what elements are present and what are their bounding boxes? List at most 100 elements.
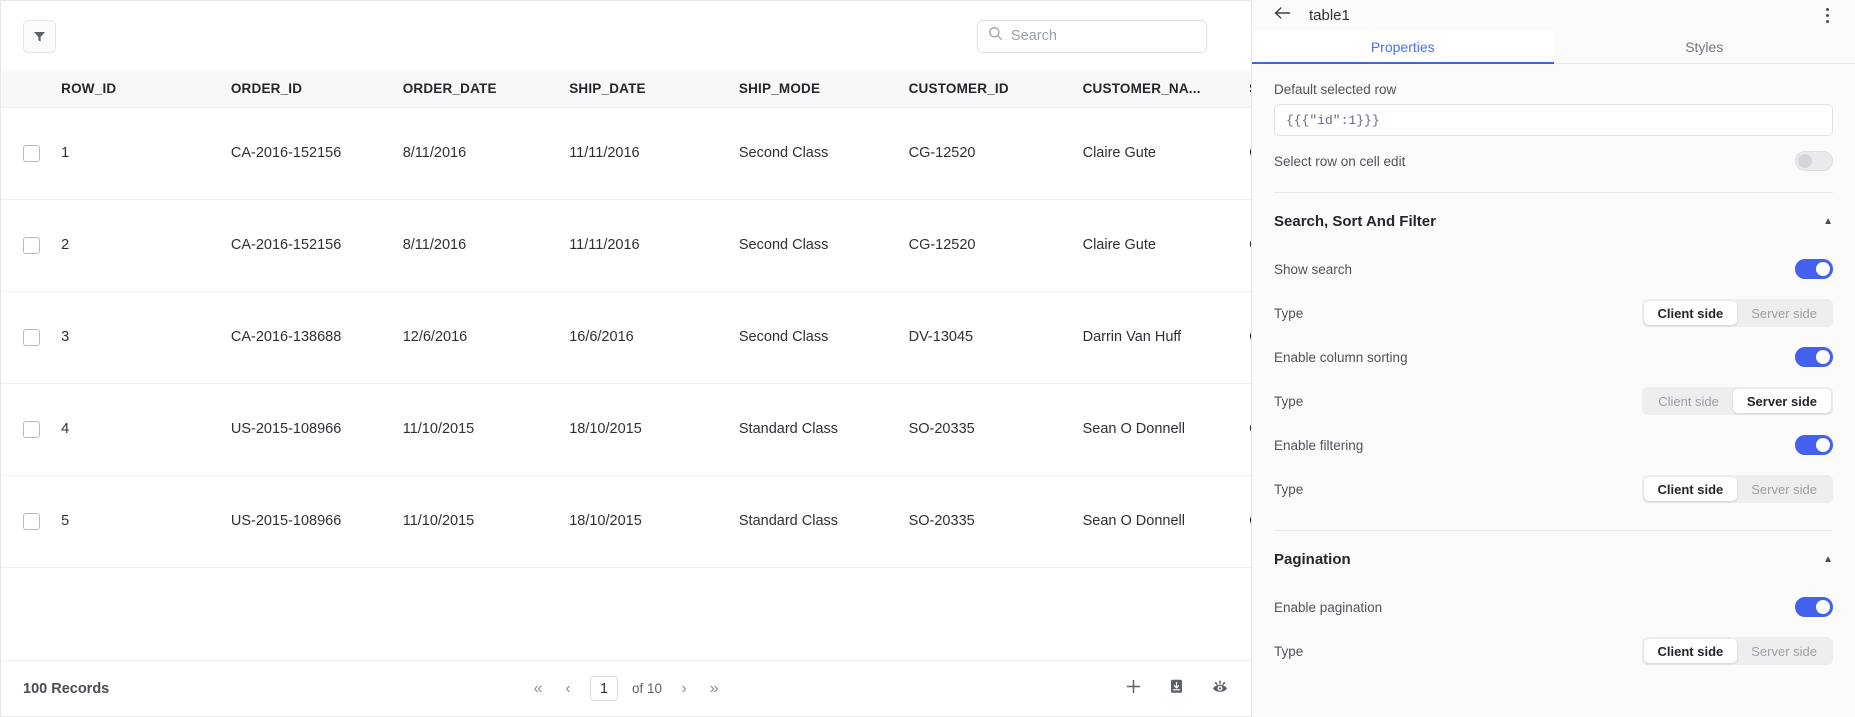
app-root: ROW_ID ORDER_ID ORDER_DATE SHIP_DATE SHI… xyxy=(0,0,1855,717)
enable-column-sorting-toggle[interactable] xyxy=(1795,347,1833,367)
column-header-ship-mode[interactable]: SHIP_MODE xyxy=(738,71,909,108)
cell-order-id[interactable]: US-2015-108966 xyxy=(230,475,403,568)
sorting-type-client-side[interactable]: Client side xyxy=(1644,389,1733,413)
search-type-client-side[interactable]: Client side xyxy=(1643,301,1738,325)
column-header-order-id[interactable]: ORDER_ID xyxy=(230,71,403,108)
back-button[interactable] xyxy=(1274,6,1291,25)
row-checkbox[interactable] xyxy=(23,512,40,530)
cell-row-id[interactable]: 1 xyxy=(61,107,231,200)
cell-row-id[interactable]: 3 xyxy=(61,291,231,384)
cell-segment[interactable]: Consumer xyxy=(1249,107,1251,200)
table-scroll-area[interactable]: ROW_ID ORDER_ID ORDER_DATE SHIP_DATE SHI… xyxy=(1,71,1251,660)
cell-ship-mode[interactable]: Second Class xyxy=(738,291,909,384)
cell-segment[interactable]: Consumer xyxy=(1249,475,1251,568)
column-header-customer-name[interactable]: CUSTOMER_NA... xyxy=(1082,71,1250,108)
cell-row-id[interactable]: 2 xyxy=(61,199,231,292)
search-sort-filter-header[interactable]: Search, Sort And Filter ▲ xyxy=(1274,193,1833,244)
chevron-up-icon[interactable]: ▲ xyxy=(1823,554,1833,565)
row-checkbox[interactable] xyxy=(23,144,40,162)
table-row[interactable]: 4 US-2015-108966 11/10/2015 18/10/2015 S… xyxy=(1,383,1251,476)
tab-properties[interactable]: Properties xyxy=(1252,31,1554,64)
cell-order-id[interactable]: US-2015-108966 xyxy=(230,383,403,476)
prev-page-button[interactable]: ‹ xyxy=(560,680,576,698)
cell-segment[interactable]: Consumer xyxy=(1249,383,1251,476)
add-row-button[interactable] xyxy=(1125,678,1142,700)
cell-order-id[interactable]: CA-2016-152156 xyxy=(230,199,403,292)
cell-ship-date[interactable]: 18/10/2015 xyxy=(569,383,739,476)
cell-customer-name[interactable]: Claire Gute xyxy=(1082,107,1250,200)
cell-order-date[interactable]: 12/6/2016 xyxy=(402,291,570,384)
kebab-menu-icon[interactable] xyxy=(1822,4,1833,27)
download-button[interactable] xyxy=(1168,678,1185,700)
cell-ship-date[interactable]: 18/10/2015 xyxy=(569,475,739,568)
cell-customer-id[interactable]: DV-13045 xyxy=(908,291,1083,384)
cell-order-date[interactable]: 11/10/2015 xyxy=(402,475,570,568)
visibility-button[interactable] xyxy=(1211,678,1229,700)
cell-ship-date[interactable]: 11/11/2016 xyxy=(569,107,739,200)
cell-ship-mode[interactable]: Second Class xyxy=(738,107,909,200)
cell-order-id[interactable]: CA-2016-138688 xyxy=(230,291,403,384)
cell-ship-mode[interactable]: Standard Class xyxy=(738,475,909,568)
row-checkbox-cell[interactable] xyxy=(1,383,62,476)
search-type-server-side[interactable]: Server side xyxy=(1737,301,1831,325)
cell-ship-mode[interactable]: Standard Class xyxy=(738,383,909,476)
filter-button[interactable] xyxy=(23,19,56,53)
row-checkbox[interactable] xyxy=(23,328,40,346)
cell-ship-mode[interactable]: Second Class xyxy=(738,199,909,292)
row-checkbox-cell[interactable] xyxy=(1,291,62,384)
enable-filtering-toggle[interactable] xyxy=(1795,435,1833,455)
current-page-input[interactable]: 1 xyxy=(589,676,618,701)
tab-styles[interactable]: Styles xyxy=(1554,31,1855,63)
enable-pagination-toggle[interactable] xyxy=(1795,597,1833,617)
cell-customer-id[interactable]: CG-12520 xyxy=(908,199,1083,292)
table-row[interactable]: 3 CA-2016-138688 12/6/2016 16/6/2016 Sec… xyxy=(1,291,1251,384)
cell-ship-date[interactable]: 16/6/2016 xyxy=(569,291,739,384)
cell-segment[interactable]: Consumer xyxy=(1249,199,1251,292)
cell-customer-name[interactable]: Sean O Donnell xyxy=(1082,383,1250,476)
row-checkbox[interactable] xyxy=(23,236,40,254)
table-row[interactable]: 2 CA-2016-152156 8/11/2016 11/11/2016 Se… xyxy=(1,199,1251,292)
table-row[interactable]: 5 US-2015-108966 11/10/2015 18/10/2015 S… xyxy=(1,475,1251,568)
table-row[interactable]: 1 CA-2016-152156 8/11/2016 11/11/2016 Se… xyxy=(1,107,1251,200)
row-checkbox-cell[interactable] xyxy=(1,475,62,568)
sorting-type-server-side[interactable]: Server side xyxy=(1732,389,1831,413)
cell-customer-id[interactable]: SO-20335 xyxy=(908,475,1083,568)
pagination-type-server-side[interactable]: Server side xyxy=(1737,639,1831,663)
cell-customer-name[interactable]: Claire Gute xyxy=(1082,199,1250,292)
search-type-segmented: Client side Server side xyxy=(1641,299,1833,327)
cell-ship-date[interactable]: 11/11/2016 xyxy=(569,199,739,292)
row-checkbox-cell[interactable] xyxy=(1,107,62,200)
search-box[interactable] xyxy=(977,19,1207,53)
cell-customer-name[interactable]: Darrin Van Huff xyxy=(1082,291,1250,384)
row-checkbox-cell[interactable] xyxy=(1,199,62,292)
show-search-toggle[interactable] xyxy=(1795,259,1833,279)
cell-segment[interactable]: Corporate xyxy=(1249,291,1251,384)
select-all-header[interactable] xyxy=(1,71,62,108)
cell-order-date[interactable]: 8/11/2016 xyxy=(402,199,570,292)
last-page-button[interactable]: » xyxy=(706,680,722,698)
pagination-header[interactable]: Pagination ▲ xyxy=(1274,531,1833,582)
filtering-type-server-side[interactable]: Server side xyxy=(1737,477,1831,501)
cell-order-date[interactable]: 11/10/2015 xyxy=(402,383,570,476)
search-input[interactable] xyxy=(1011,28,1196,44)
column-header-order-date[interactable]: ORDER_DATE xyxy=(402,71,570,108)
column-header-ship-date[interactable]: SHIP_DATE xyxy=(569,71,739,108)
cell-order-date[interactable]: 8/11/2016 xyxy=(402,107,570,200)
select-row-on-cell-edit-toggle[interactable] xyxy=(1795,151,1833,171)
cell-row-id[interactable]: 5 xyxy=(61,475,231,568)
next-page-button[interactable]: › xyxy=(676,680,692,698)
cell-customer-id[interactable]: SO-20335 xyxy=(908,383,1083,476)
row-checkbox[interactable] xyxy=(23,420,40,438)
column-header-row-id[interactable]: ROW_ID xyxy=(61,71,231,108)
cell-customer-name[interactable]: Sean O Donnell xyxy=(1082,475,1250,568)
default-selected-row-input[interactable]: {{{"id":1}}} xyxy=(1274,104,1833,136)
cell-row-id[interactable]: 4 xyxy=(61,383,231,476)
filtering-type-client-side[interactable]: Client side xyxy=(1643,477,1738,501)
column-header-segment[interactable]: SEGMENT xyxy=(1249,71,1251,108)
cell-customer-id[interactable]: CG-12520 xyxy=(908,107,1083,200)
cell-order-id[interactable]: CA-2016-152156 xyxy=(230,107,403,200)
pagination-type-client-side[interactable]: Client side xyxy=(1643,639,1738,663)
first-page-button[interactable]: « xyxy=(530,680,546,698)
column-header-customer-id[interactable]: CUSTOMER_ID xyxy=(908,71,1083,108)
chevron-up-icon[interactable]: ▲ xyxy=(1823,216,1833,227)
